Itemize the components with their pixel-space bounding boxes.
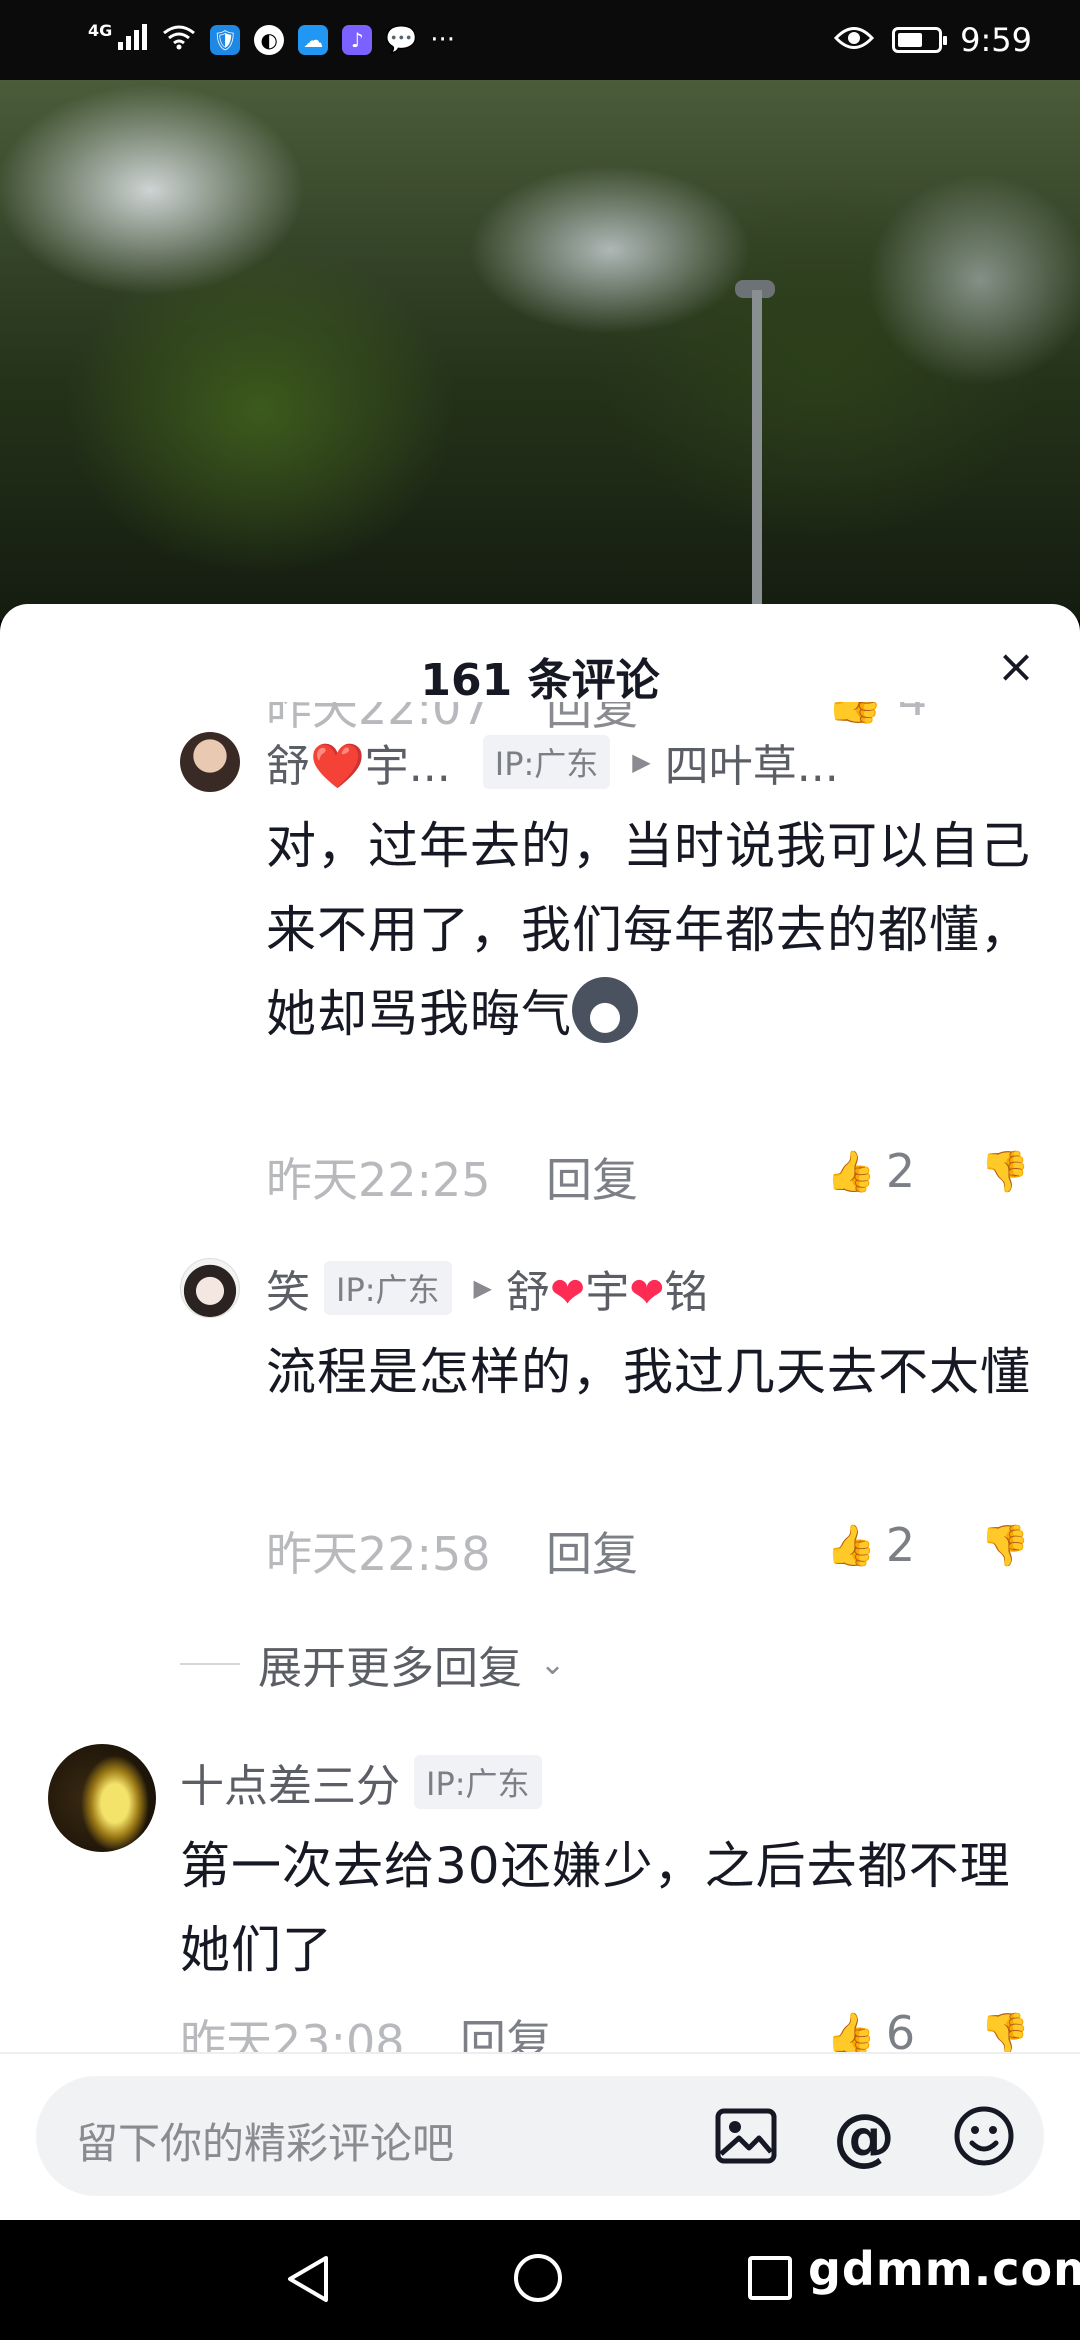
- close-icon: ×: [996, 639, 1036, 693]
- reply-name-row: 笑 IP:广东 ▶ 舒❤宇❤铭: [266, 1256, 708, 1320]
- like-button[interactable]: 👍 6: [826, 2012, 915, 2052]
- signal-icon: [118, 23, 148, 57]
- back-icon[interactable]: [286, 2254, 330, 2308]
- status-bar: 4G 🛡 ◐ ☁ ♪ 💬 ··· 9:59: [0, 0, 1080, 80]
- wifi-icon: [162, 24, 196, 57]
- home-icon[interactable]: [514, 2254, 562, 2302]
- cloud-app-icon: ☁: [298, 25, 329, 55]
- reply-arrow-icon: ▶: [473, 1274, 492, 1302]
- thumb-up-icon: 👍: [826, 702, 883, 726]
- ip-location-badge: IP:广东: [414, 1755, 542, 1809]
- image-icon[interactable]: [712, 2102, 780, 2170]
- thumb-up-icon: 👍: [826, 1522, 876, 1569]
- expand-more-replies[interactable]: 展开更多回复 ⌄: [180, 1632, 565, 1696]
- thumb-down-icon[interactable]: 👎: [980, 1522, 1030, 1569]
- reply-button[interactable]: 回复: [460, 2012, 552, 2052]
- reply-meta-row: 昨天22:25 回复 👍 2 👎: [266, 1144, 1046, 1207]
- reply-text[interactable]: 对，过年去的，当时说我可以自己来不用了，我们每年都去的都懂，她却骂我晦气: [266, 804, 1046, 1056]
- like-count: 2: [885, 1518, 916, 1572]
- emoji-icon[interactable]: [950, 2102, 1018, 2170]
- comment-meta-row: 昨天23:08 回复 👍 6 👎: [180, 2012, 1040, 2052]
- status-left-icons: 4G 🛡 ◐ ☁ ♪ 💬 ···: [88, 20, 456, 57]
- reply-text-content: 对，过年去的，当时说我可以自己来不用了，我们每年都去的都懂，她却骂我晦气: [266, 817, 1031, 1043]
- like-count: 2: [885, 1144, 916, 1198]
- comment-author-name[interactable]: 十点差三分: [180, 1750, 400, 1814]
- recent-apps-icon[interactable]: [748, 2256, 792, 2300]
- heart-icon: ❤: [550, 1268, 586, 1317]
- reply-time: 昨天22:58: [266, 1527, 491, 1581]
- like-button[interactable]: 👍 2: [826, 1144, 915, 1198]
- comment-input-bar[interactable]: 留下你的精彩评论吧 @: [36, 2076, 1044, 2196]
- at-mention-icon[interactable]: @: [830, 2100, 898, 2173]
- reply-to-name[interactable]: 舒❤宇❤铭: [506, 1256, 708, 1320]
- comment-sheet: 161 条评论 × 昨天22:07 回复 👍 4 舒❤️宇... IP:广东 ▶…: [0, 604, 1080, 2220]
- reply-author-name[interactable]: 舒❤️宇...: [266, 730, 451, 794]
- status-time: 9:59: [960, 21, 1032, 59]
- reply-arrow-icon: ▶: [632, 748, 651, 776]
- watermark-text: gdmm.com: [808, 2242, 1080, 2296]
- husky-emoji-icon: [572, 977, 638, 1043]
- status-right-icons: 9:59: [834, 21, 1032, 59]
- music-app-icon: ♪: [342, 25, 373, 55]
- reply-text[interactable]: 流程是怎样的，我过几天去不太懂: [266, 1330, 1046, 1414]
- close-button[interactable]: ×: [988, 638, 1044, 694]
- comment-time: 昨天23:08: [180, 2015, 405, 2052]
- browser-app-icon: ◐: [254, 25, 285, 55]
- reply-name-row: 舒❤️宇... IP:广东 ▶ 四叶草...: [266, 730, 839, 794]
- avatar[interactable]: [180, 1258, 240, 1318]
- chevron-down-icon: ⌄: [540, 1646, 566, 1682]
- shield-app-icon: 🛡: [210, 25, 241, 55]
- avatar[interactable]: [180, 732, 240, 792]
- more-notifications-icon: ···: [430, 25, 456, 55]
- system-nav-bar: gdmm.com: [0, 2220, 1080, 2340]
- heart-icon: ❤: [629, 1268, 665, 1317]
- thumb-up-icon: 👍: [826, 2012, 876, 2052]
- thumb-down-icon[interactable]: 👎: [980, 1148, 1030, 1195]
- comment-count-title: 161 条评论: [420, 655, 660, 706]
- battery-icon: [892, 27, 948, 53]
- avatar[interactable]: [48, 1744, 156, 1852]
- divider-line: [180, 1663, 240, 1665]
- ip-location-badge: IP:广东: [482, 735, 611, 789]
- wechat-icon: 💬: [385, 25, 418, 55]
- eye-comfort-icon: [834, 21, 875, 59]
- reply-time: 昨天22:25: [266, 1153, 491, 1207]
- network-type: 4G: [88, 20, 113, 40]
- ip-location-badge: IP:广东: [324, 1261, 452, 1315]
- thumb-down-icon[interactable]: 👎: [980, 2012, 1030, 2052]
- reply-button[interactable]: 回复: [546, 1144, 638, 1210]
- reply-meta-row: 昨天22:58 回复 👍 2 👎: [266, 1518, 1046, 1581]
- comment-name-row: 十点差三分 IP:广东: [180, 1750, 542, 1814]
- video-background[interactable]: [0, 80, 1080, 710]
- thumb-up-icon: 👍: [826, 1148, 876, 1195]
- reply-button[interactable]: 回复: [546, 1518, 638, 1584]
- like-count[interactable]: 👍 4: [826, 702, 927, 727]
- reply-to-name[interactable]: 四叶草...: [665, 730, 839, 794]
- like-button[interactable]: 👍 2: [826, 1518, 915, 1572]
- comment-text[interactable]: 第一次去给30还嫌少，之后去都不理她们了: [180, 1824, 1040, 1992]
- like-count: 6: [885, 2012, 916, 2052]
- input-divider: [0, 2052, 1080, 2054]
- comment-input-placeholder[interactable]: 留下你的精彩评论吧: [76, 2110, 454, 2171]
- expand-more-label: 展开更多回复: [258, 1643, 522, 1694]
- reply-author-name[interactable]: 笑: [266, 1256, 310, 1320]
